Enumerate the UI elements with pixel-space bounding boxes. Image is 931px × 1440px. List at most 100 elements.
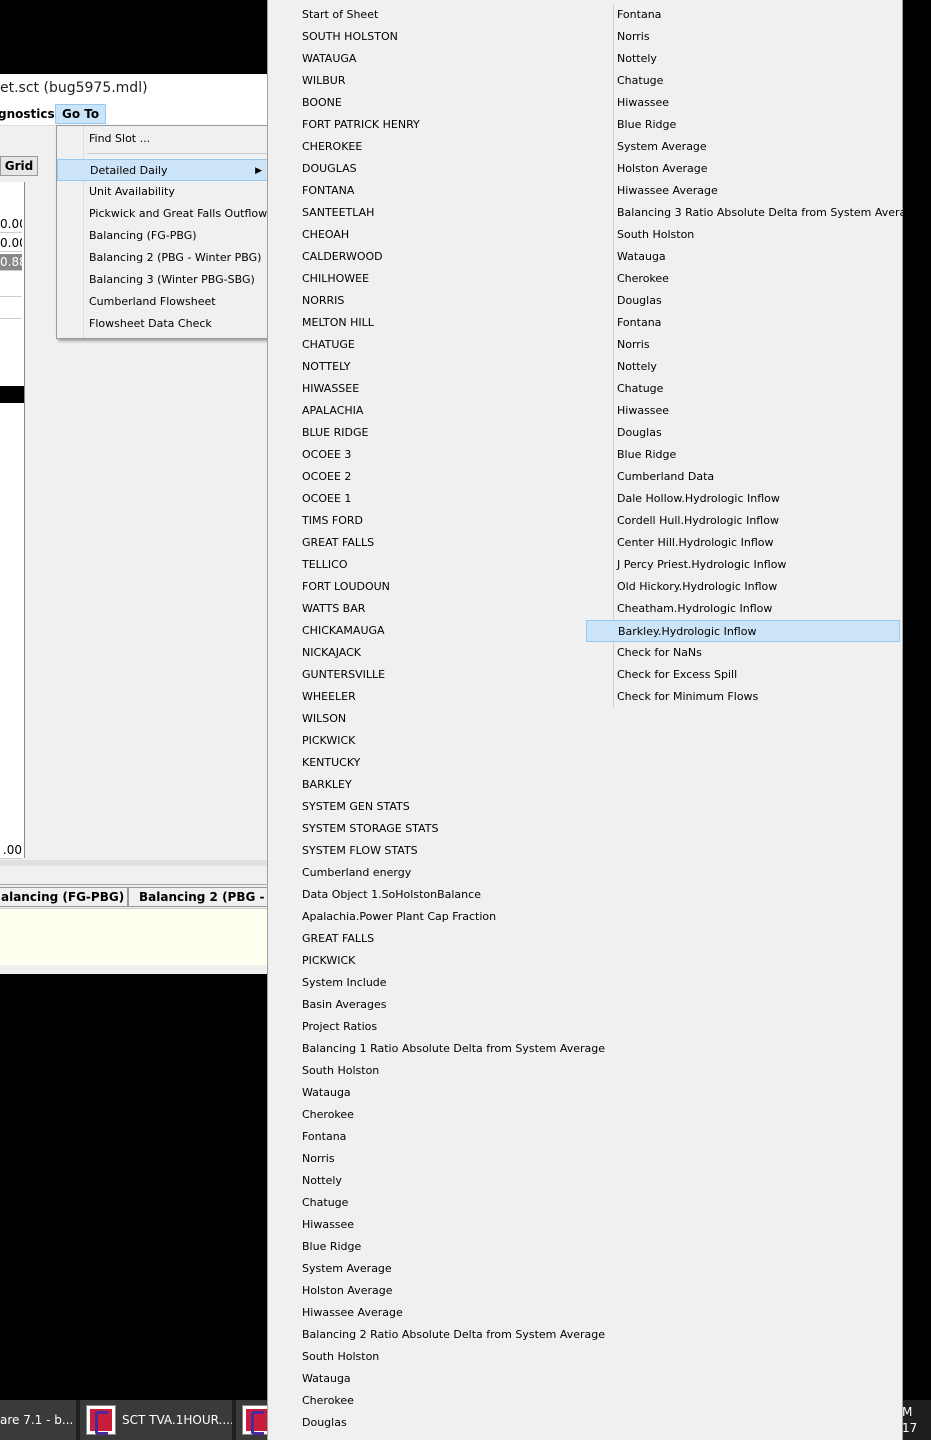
submenu-item[interactable]: Blue Ridge [268, 1236, 598, 1258]
submenu-item[interactable]: Douglas [586, 422, 902, 444]
submenu-item[interactable]: Hiwassee [586, 400, 902, 422]
submenu-item[interactable]: Check for NaNs [586, 642, 902, 664]
submenu-item[interactable]: CHICKAMAUGA [268, 620, 598, 642]
submenu-item[interactable]: FONTANA [268, 180, 598, 202]
submenu-item[interactable]: South Holston [268, 1060, 598, 1082]
menu-item-flowsheet-data-check[interactable]: Flowsheet Data Check [57, 313, 269, 335]
submenu-item[interactable]: Hiwassee Average [268, 1302, 598, 1324]
submenu-item[interactable]: Watauga [586, 246, 902, 268]
submenu-item[interactable]: Douglas [586, 290, 902, 312]
submenu-item[interactable]: Check for Excess Spill [586, 664, 902, 686]
submenu-item[interactable]: Fontana [586, 4, 902, 26]
submenu-item[interactable]: Nottely [586, 48, 902, 70]
grid-cell[interactable]: .00 [0, 842, 22, 859]
submenu-item[interactable]: South Holston [586, 224, 902, 246]
submenu-item[interactable]: System Include [268, 972, 598, 994]
submenu-item[interactable]: BLUE RIDGE [268, 422, 598, 444]
submenu-item[interactable]: WILSON [268, 708, 598, 730]
submenu-item[interactable]: J Percy Priest.Hydrologic Inflow [586, 554, 902, 576]
submenu-item[interactable]: System Average [268, 1258, 598, 1280]
submenu-item[interactable]: DOUGLAS [268, 158, 598, 180]
menu-diagnostics[interactable]: gnostics [0, 105, 61, 123]
tab-grid[interactable]: Grid [0, 156, 38, 176]
submenu-item[interactable]: TIMS FORD [268, 510, 598, 532]
submenu-item[interactable]: SYSTEM STORAGE STATS [268, 818, 598, 840]
submenu-item[interactable]: Balancing 2 Ratio Absolute Delta from Sy… [268, 1324, 605, 1346]
submenu-item[interactable]: Cordell Hull.Hydrologic Inflow [586, 510, 902, 532]
submenu-item[interactable]: Holston Average [268, 1280, 598, 1302]
submenu-item[interactable]: Balancing 3 Ratio Absolute Delta from Sy… [586, 202, 920, 224]
tab-balancing-fg-pbg[interactable]: alancing (FG-PBG) [0, 887, 128, 907]
submenu-item[interactable]: OCOEE 1 [268, 488, 598, 510]
submenu-item[interactable]: Hiwassee [586, 92, 902, 114]
submenu-item[interactable]: Start of Sheet [268, 4, 598, 26]
menu-item-balancing-2[interactable]: Balancing 2 (PBG - Winter PBG) [57, 247, 269, 269]
submenu-item[interactable]: OCOEE 2 [268, 466, 598, 488]
submenu-item[interactable]: FORT PATRICK HENRY [268, 114, 598, 136]
taskbar-button-app1[interactable]: are 7.1 - b... [0, 1400, 76, 1440]
submenu-item[interactable]: Fontana [268, 1126, 598, 1148]
submenu-item[interactable]: Data Object 1.SoHolstonBalance [268, 884, 598, 906]
submenu-item[interactable]: Blue Ridge [586, 114, 902, 136]
submenu-item[interactable]: Blue Ridge [586, 444, 902, 466]
submenu-item[interactable]: Douglas [268, 1412, 598, 1434]
submenu-item[interactable]: Chatuge [268, 1192, 598, 1214]
grid-cell-empty[interactable] [0, 280, 22, 297]
submenu-item[interactable]: System Average [586, 136, 902, 158]
grid-cell-empty[interactable] [0, 302, 22, 319]
submenu-item[interactable]: Cherokee [586, 268, 902, 290]
submenu-item[interactable]: Dale Hollow.Hydrologic Inflow [586, 488, 902, 510]
submenu-item[interactable]: GUNTERSVILLE [268, 664, 598, 686]
submenu-item[interactable]: Watauga [268, 1082, 598, 1104]
submenu-item[interactable]: CHILHOWEE [268, 268, 598, 290]
submenu-item[interactable]: MELTON HILL [268, 312, 598, 334]
submenu-item[interactable]: SYSTEM FLOW STATS [268, 840, 598, 862]
submenu-item[interactable]: GREAT FALLS [268, 928, 598, 950]
menu-item-balancing-fg-pbg[interactable]: Balancing (FG-PBG) [57, 225, 269, 247]
submenu-item[interactable]: Balancing 1 Ratio Absolute Delta from Sy… [268, 1038, 605, 1060]
submenu-item[interactable]: Cumberland energy [268, 862, 598, 884]
submenu-item[interactable]: Norris [586, 334, 902, 356]
grid-cell[interactable]: 0.00 [0, 235, 22, 252]
submenu-item[interactable]: Cumberland Data [586, 466, 902, 488]
menu-item-cumberland-flowsheet[interactable]: Cumberland Flowsheet [57, 291, 269, 313]
submenu-item[interactable]: South Holston [268, 1346, 598, 1368]
submenu-item[interactable]: TELLICO [268, 554, 598, 576]
submenu-item[interactable]: Norris [268, 1148, 598, 1170]
submenu-item[interactable]: SYSTEM GEN STATS [268, 796, 598, 818]
submenu-item[interactable]: NOTTELY [268, 356, 598, 378]
taskbar-button-sct[interactable]: SCT TVA.1HOUR.... [80, 1400, 232, 1440]
submenu-item[interactable]: HIWASSEE [268, 378, 598, 400]
submenu-item[interactable]: BOONE [268, 92, 598, 114]
submenu-item[interactable]: Hiwassee [268, 1214, 598, 1236]
submenu-item[interactable]: CHATUGE [268, 334, 598, 356]
submenu-item[interactable]: KENTUCKY [268, 752, 598, 774]
submenu-item[interactable]: Fontana [586, 312, 902, 334]
submenu-item[interactable]: GREAT FALLS [268, 532, 598, 554]
submenu-item[interactable]: Old Hickory.Hydrologic Inflow [586, 576, 902, 598]
submenu-item[interactable]: Chatuge [586, 378, 902, 400]
menu-item-find-slot[interactable]: Find Slot ... [57, 128, 269, 150]
grid-cell[interactable]: 0.88 [0, 254, 22, 271]
submenu-item[interactable]: Holston Average [586, 158, 902, 180]
submenu-item[interactable]: CHEOAH [268, 224, 598, 246]
submenu-item[interactable]: Cherokee [268, 1104, 598, 1126]
submenu-item[interactable]: BARKLEY [268, 774, 598, 796]
submenu-item[interactable]: Center Hill.Hydrologic Inflow [586, 532, 902, 554]
submenu-item[interactable]: NICKAJACK [268, 642, 598, 664]
submenu-item[interactable]: Cheatham.Hydrologic Inflow [586, 598, 902, 620]
menu-item-detailed-daily[interactable]: Detailed Daily ▶ [57, 159, 269, 181]
menu-go-to[interactable]: Go To [55, 104, 107, 124]
submenu-item[interactable]: WILBUR [268, 70, 598, 92]
submenu-item[interactable]: Nottely [268, 1170, 598, 1192]
submenu-item[interactable]: Basin Averages [268, 994, 598, 1016]
submenu-item[interactable]: Cherokee [268, 1390, 598, 1412]
submenu-item[interactable]: CHEROKEE [268, 136, 598, 158]
submenu-item[interactable]: Check for Minimum Flows [586, 686, 902, 708]
submenu-item[interactable]: SOUTH HOLSTON [268, 26, 598, 48]
submenu-item[interactable]: Norris [586, 26, 902, 48]
taskbar-button-app3[interactable] [236, 1400, 268, 1440]
submenu-item[interactable]: PICKWICK [268, 730, 598, 752]
submenu-item[interactable]: OCOEE 3 [268, 444, 598, 466]
submenu-item[interactable]: Nottely [586, 356, 902, 378]
